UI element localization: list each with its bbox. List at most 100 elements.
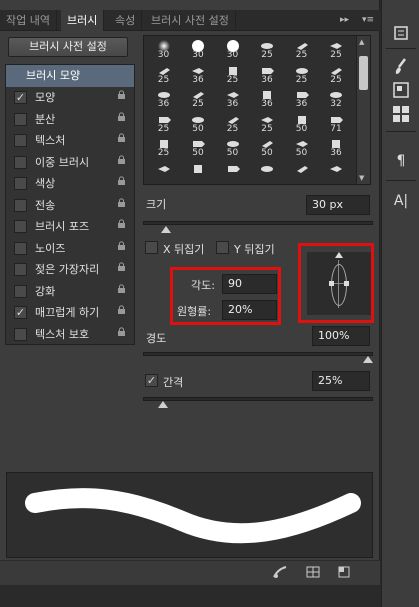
brush-tip-cell[interactable]: 25 <box>252 40 283 61</box>
brush-tip-cell[interactable] <box>183 163 214 184</box>
flip-y-checkbox[interactable] <box>216 241 229 254</box>
list-item[interactable]: 텍스처 보호 <box>6 324 134 346</box>
list-item[interactable]: 강화 <box>6 281 134 303</box>
lock-icon[interactable] <box>117 259 126 281</box>
brush-tip-cell[interactable]: 30 <box>217 40 248 61</box>
brush-tip-cell[interactable]: 50 <box>183 114 214 135</box>
tab-history[interactable]: 작업 내역 <box>0 10 57 31</box>
scroll-down-icon[interactable]: ▼ <box>359 174 364 182</box>
spacing-field[interactable]: 25% <box>312 371 370 391</box>
spacing-checkbox[interactable]: ✓ <box>145 374 158 387</box>
brush-presets-button[interactable]: 브러시 사전 설정 <box>8 37 128 57</box>
brush-tip-cell[interactable]: 50 <box>286 138 317 159</box>
brush-tip-cell[interactable]: 25 <box>321 65 352 86</box>
option-checkbox[interactable] <box>14 155 27 169</box>
spacing-slider-thumb[interactable] <box>158 401 169 408</box>
brush-tip-cell[interactable]: 25 <box>148 114 179 135</box>
panel-menu-icon[interactable]: ▾≡ <box>358 13 378 28</box>
brush-tip-cell[interactable]: 50 <box>217 138 248 159</box>
brush-tip-cell[interactable]: 36 <box>321 138 352 159</box>
brush-tip-cell[interactable] <box>286 163 317 184</box>
lock-icon[interactable] <box>117 87 126 109</box>
list-item[interactable]: 색상 <box>6 173 134 195</box>
scrollbar-thumb[interactable] <box>359 56 368 90</box>
hardness-slider-thumb[interactable] <box>363 356 373 363</box>
brush-tip-cell[interactable]: 32 <box>321 89 352 110</box>
lock-icon[interactable] <box>117 302 126 324</box>
option-checkbox[interactable] <box>14 198 27 212</box>
brush-tip-cell[interactable]: 25 <box>148 138 179 159</box>
option-checkbox[interactable]: ✓ <box>14 91 27 104</box>
brush-tip-cell[interactable] <box>217 163 248 184</box>
hardness-slider[interactable] <box>143 352 373 356</box>
brush-tip-cell[interactable]: 36 <box>286 89 317 110</box>
new-preset-icon[interactable] <box>336 565 352 579</box>
option-checkbox[interactable] <box>14 177 27 190</box>
history-icon[interactable] <box>389 22 413 44</box>
brush-tip-cell[interactable]: 25 <box>321 40 352 61</box>
brush-tip-cell[interactable]: 25 <box>183 89 214 110</box>
brush-tip-cell[interactable]: 50 <box>183 138 214 159</box>
collapse-icon[interactable]: ▸▸ <box>340 13 354 28</box>
brush-tip-cell[interactable]: 25 <box>217 65 248 86</box>
brush-tip-cell[interactable]: 36 <box>148 89 179 110</box>
grid-scrollbar[interactable]: ▲ ▼ <box>356 36 370 184</box>
brush-tip-cell[interactable]: 50 <box>286 114 317 135</box>
brush-tip-cell[interactable] <box>252 163 283 184</box>
option-checkbox[interactable] <box>14 241 27 255</box>
brush-tip-cell[interactable]: 50 <box>252 138 283 159</box>
brush-toggle-icon[interactable] <box>272 565 288 579</box>
list-item[interactable]: 이중 브러시 <box>6 152 134 174</box>
brush-tip-cell[interactable] <box>148 163 179 184</box>
option-checkbox[interactable] <box>14 327 27 341</box>
lock-icon[interactable] <box>117 109 126 131</box>
list-item[interactable]: 분산 <box>6 109 134 131</box>
list-item[interactable]: 브러시 포즈 <box>6 216 134 238</box>
roundness-handle-right[interactable] <box>344 281 349 286</box>
lock-icon[interactable] <box>117 195 126 217</box>
lock-icon[interactable] <box>117 281 126 303</box>
brush-tip-cell[interactable]: 25 <box>286 40 317 61</box>
tab-brush[interactable]: 브러시 <box>61 10 105 31</box>
list-item[interactable]: ✓ 매끄럽게 하기 <box>6 302 134 324</box>
properties-icon[interactable] <box>389 79 413 101</box>
size-field[interactable]: 30 px <box>306 195 370 215</box>
list-item[interactable]: ✓ 모양 <box>6 87 134 109</box>
brush-tip-cell[interactable]: 25 <box>217 114 248 135</box>
brush-tip-cell[interactable]: 30 <box>148 40 179 61</box>
brush-tip-cell[interactable]: 25 <box>148 65 179 86</box>
brush-icon[interactable] <box>389 56 413 78</box>
tab-brush-presets[interactable]: 브러시 사전 설정 <box>145 10 236 31</box>
spacing-slider[interactable] <box>143 397 373 401</box>
lock-icon[interactable] <box>117 216 126 238</box>
lock-icon[interactable] <box>117 130 126 152</box>
character-icon[interactable]: A| <box>389 190 413 212</box>
roundness-handle-left[interactable] <box>329 281 334 286</box>
option-checkbox[interactable]: ✓ <box>14 306 27 319</box>
list-item[interactable]: 노이즈 <box>6 238 134 260</box>
scroll-up-icon[interactable]: ▲ <box>359 38 364 46</box>
brush-tip-cell[interactable]: 25 <box>252 114 283 135</box>
angle-arrow-icon[interactable] <box>335 252 343 258</box>
hardness-field[interactable]: 100% <box>312 326 370 346</box>
paragraph-icon[interactable]: ¶ <box>389 150 413 172</box>
option-checkbox[interactable] <box>14 112 27 126</box>
angle-field[interactable]: 90 <box>222 274 277 294</box>
list-item[interactable]: 젖은 가장자리 <box>6 259 134 281</box>
list-item[interactable]: 전송 <box>6 195 134 217</box>
brush-tip-cell[interactable]: 36 <box>252 89 283 110</box>
brush-tip-cell[interactable]: 36 <box>183 65 214 86</box>
lock-icon[interactable] <box>117 173 126 195</box>
lock-icon[interactable] <box>117 324 126 346</box>
brush-tip-cell[interactable] <box>321 163 352 184</box>
roundness-field[interactable]: 20% <box>222 300 277 320</box>
option-checkbox[interactable] <box>14 220 27 233</box>
size-slider-thumb[interactable] <box>160 226 171 233</box>
option-checkbox[interactable] <box>14 284 27 298</box>
brush-presets-icon[interactable] <box>389 102 413 124</box>
brush-tip-cell[interactable]: 71 <box>321 114 352 135</box>
lock-icon[interactable] <box>117 238 126 260</box>
brush-tip-cell[interactable]: 36 <box>217 89 248 110</box>
lock-icon[interactable] <box>117 152 126 174</box>
list-item[interactable]: 텍스처 <box>6 130 134 152</box>
